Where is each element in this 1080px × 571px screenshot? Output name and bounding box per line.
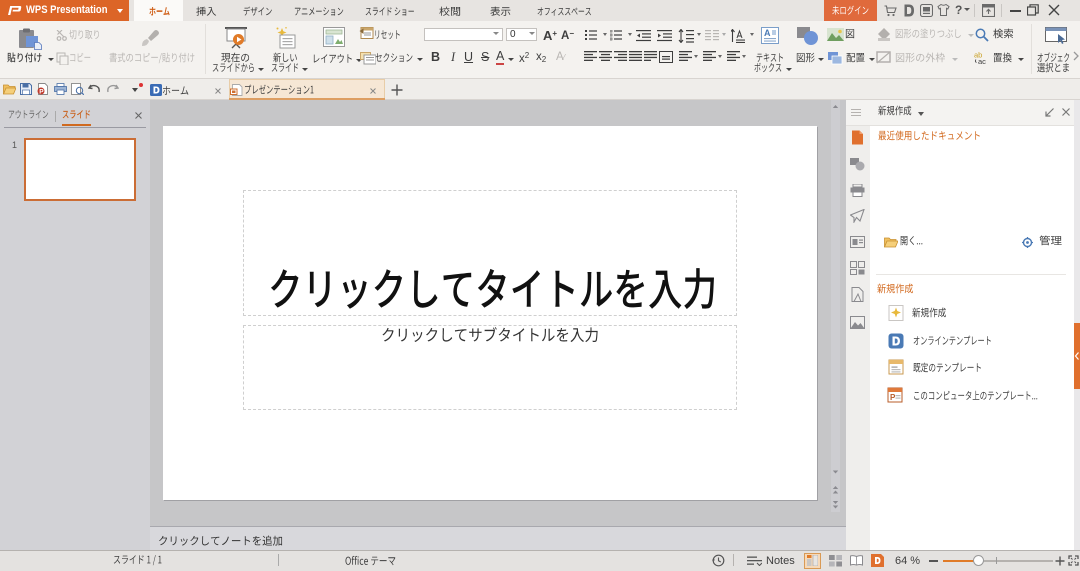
svg-text:P: P xyxy=(39,89,44,95)
svg-text:P: P xyxy=(890,393,896,402)
svg-text:A: A xyxy=(764,28,771,38)
svg-text:ac: ac xyxy=(978,57,986,64)
